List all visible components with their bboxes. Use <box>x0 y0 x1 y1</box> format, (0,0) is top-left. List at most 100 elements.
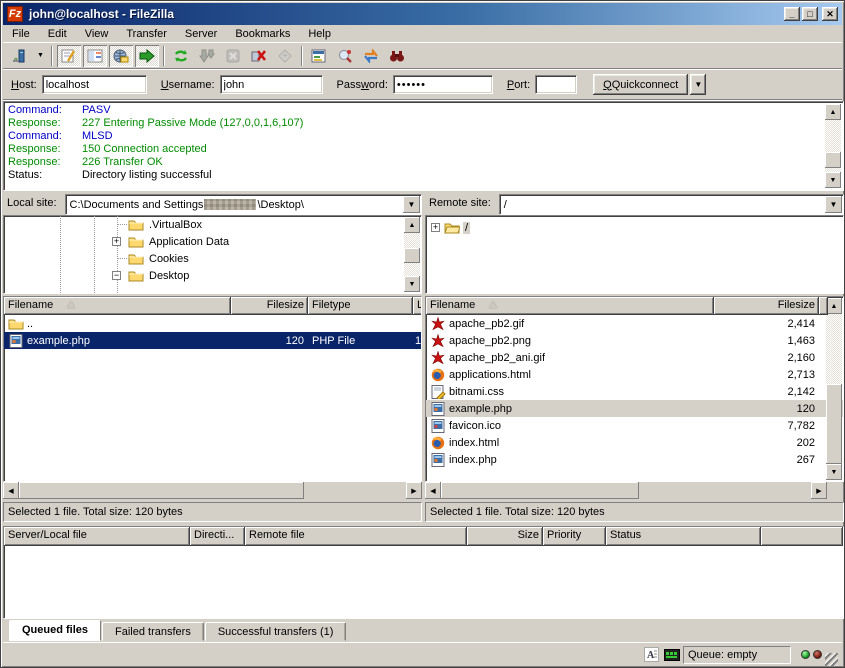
menu-transfer[interactable]: Transfer <box>117 26 176 42</box>
tab-queued-files[interactable]: Queued files <box>9 620 101 641</box>
password-input[interactable] <box>393 75 493 94</box>
site-manager-dropdown-button[interactable]: ▼ <box>34 45 47 67</box>
column-header-filesize[interactable]: Filesize <box>231 297 308 315</box>
synchronized-browsing-button[interactable] <box>359 45 383 67</box>
expand-icon[interactable]: + <box>112 237 121 246</box>
column-header-filetype[interactable]: Filetype <box>308 297 413 315</box>
scroll-up-icon[interactable]: ▲ <box>404 217 420 233</box>
remote-directory-tree[interactable]: + / <box>425 215 844 294</box>
local-tree-scrollbar[interactable]: ▲ ▼ <box>404 217 420 292</box>
scroll-down-icon[interactable]: ▼ <box>825 172 841 188</box>
minimize-button[interactable]: _ <box>784 7 800 21</box>
refresh-button[interactable] <box>169 45 193 67</box>
quickconnect-dropdown-button[interactable]: ▼ <box>690 74 706 95</box>
local-directory-tree[interactable]: .VirtualBox + Application Data Cookies −… <box>3 215 422 294</box>
queue-column-priority[interactable]: Priority <box>543 527 606 546</box>
scroll-up-icon[interactable]: ▲ <box>825 104 841 120</box>
quickconnect-button[interactable]: QQuickconnect <box>593 74 688 95</box>
tree-item-root[interactable]: + / <box>426 219 843 236</box>
tab-successful-transfers[interactable]: Successful transfers (1) <box>205 622 347 641</box>
remote-site-combobox[interactable]: / ▼ <box>499 194 844 215</box>
file-row-index-php[interactable]: index.php 267 <box>426 451 843 468</box>
maximize-button[interactable]: □ <box>802 7 818 21</box>
scroll-left-icon[interactable]: ◀ <box>3 482 19 499</box>
queue-status: Queue: empty <box>683 646 791 664</box>
log-scrollbar[interactable]: ▲ ▼ <box>825 104 841 188</box>
toggle-local-tree-button[interactable] <box>83 45 107 67</box>
scroll-down-icon[interactable]: ▼ <box>404 276 420 292</box>
scrollbar-thumb[interactable] <box>826 384 842 464</box>
tree-item-virtualbox[interactable]: .VirtualBox <box>4 216 421 233</box>
column-header-filename[interactable]: Filename <box>4 297 231 315</box>
scrollbar-thumb[interactable] <box>404 248 420 263</box>
resize-grip[interactable] <box>825 653 838 666</box>
column-header-filename[interactable]: Filename <box>426 297 714 315</box>
file-row-apache-pb2-png[interactable]: apache_pb2.png 1,463 <box>426 332 843 349</box>
file-row-index-html[interactable]: index.html 202 <box>426 434 843 451</box>
site-manager-button[interactable] <box>8 45 32 67</box>
port-input[interactable] <box>535 75 577 94</box>
cancel-button[interactable] <box>221 45 245 67</box>
file-row-bitnami-css[interactable]: bitnami.css 2,142 <box>426 383 843 400</box>
transfer-queue[interactable]: Server/Local file Directi... Remote file… <box>3 526 844 619</box>
column-header-last-modified[interactable]: L <box>413 297 422 315</box>
local-list-hscrollbar[interactable]: ◀ ▶ <box>3 482 422 499</box>
tree-item-cookies[interactable]: Cookies <box>4 250 421 267</box>
menu-bookmarks[interactable]: Bookmarks <box>226 26 299 42</box>
find-files-button[interactable] <box>385 45 409 67</box>
filter-button[interactable] <box>307 45 331 67</box>
local-site-combobox[interactable]: C:\Documents and Settings\Desktop\ ▼ <box>65 194 422 215</box>
tree-item-application-data[interactable]: + Application Data <box>4 233 421 250</box>
disconnect-button[interactable] <box>247 45 271 67</box>
collapse-icon[interactable]: − <box>112 271 121 280</box>
message-log[interactable]: Command:PASV Response:227 Entering Passi… <box>3 101 844 191</box>
toggle-transfer-queue-button[interactable] <box>135 45 159 67</box>
file-row-parent-dir[interactable]: .. <box>4 315 421 332</box>
column-header-filesize[interactable]: Filesize <box>714 297 819 315</box>
remote-list-scrollbar[interactable]: ▲ ▼ <box>826 298 842 480</box>
title-bar[interactable]: Fz john@localhost - FileZilla _ □ ✕ <box>3 3 842 25</box>
queue-column-direction[interactable]: Directi... <box>190 527 245 546</box>
file-row-example-php[interactable]: example.php 120 <box>426 400 843 417</box>
log-line: Response:227 Entering Passive Mode (127,… <box>8 117 843 130</box>
scroll-right-icon[interactable]: ▶ <box>406 482 422 499</box>
file-row-applications-html[interactable]: applications.html 2,713 <box>426 366 843 383</box>
queue-column-server-local-file[interactable]: Server/Local file <box>4 527 190 546</box>
queue-column-remote-file[interactable]: Remote file <box>245 527 467 546</box>
username-input[interactable] <box>220 75 323 94</box>
remote-file-list[interactable]: Filename Filesize apache_pb2.gif 2,414 a… <box>425 296 844 482</box>
remote-list-hscrollbar[interactable]: ◀ ▶ <box>425 482 827 499</box>
tree-item-desktop[interactable]: − Desktop <box>4 267 421 284</box>
menu-help[interactable]: Help <box>299 26 340 42</box>
file-row-example-php[interactable]: example.php 120 PHP File 1 <box>4 332 421 349</box>
close-button[interactable]: ✕ <box>822 7 838 21</box>
toggle-message-log-button[interactable] <box>57 45 81 67</box>
queue-column-size[interactable]: Size <box>467 527 543 546</box>
file-row-apache-pb2-ani-gif[interactable]: apache_pb2_ani.gif 2,160 <box>426 349 843 366</box>
host-input[interactable] <box>42 75 147 94</box>
expand-icon[interactable]: + <box>431 223 440 232</box>
menu-server[interactable]: Server <box>176 26 226 42</box>
remote-site-dropdown-button[interactable]: ▼ <box>825 196 842 213</box>
queue-column-status[interactable]: Status <box>606 527 761 546</box>
menu-view[interactable]: View <box>76 26 118 42</box>
filezilla-app-icon[interactable]: Fz <box>7 6 23 22</box>
menu-file[interactable]: File <box>3 26 39 42</box>
local-site-dropdown-button[interactable]: ▼ <box>403 196 420 213</box>
folder-icon <box>128 218 144 232</box>
scrollbar-thumb[interactable] <box>825 152 841 168</box>
toggle-remote-tree-button[interactable] <box>109 45 133 67</box>
tab-failed-transfers[interactable]: Failed transfers <box>102 622 204 641</box>
local-file-list[interactable]: Filename Filesize Filetype L .. example.… <box>3 296 422 482</box>
reconnect-button[interactable] <box>273 45 297 67</box>
file-row-favicon-ico[interactable]: favicon.ico 7,782 <box>426 417 843 434</box>
scroll-down-icon[interactable]: ▼ <box>826 464 842 480</box>
menu-edit[interactable]: Edit <box>39 26 76 42</box>
scroll-right-icon[interactable]: ▶ <box>811 482 827 499</box>
scrollbar-thumb[interactable] <box>19 482 304 499</box>
scroll-left-icon[interactable]: ◀ <box>425 482 441 499</box>
file-row-apache-pb2-gif[interactable]: apache_pb2.gif 2,414 <box>426 315 843 332</box>
scrollbar-thumb[interactable] <box>441 482 639 499</box>
process-queue-button[interactable] <box>195 45 219 67</box>
compare-directories-button[interactable] <box>333 45 357 67</box>
